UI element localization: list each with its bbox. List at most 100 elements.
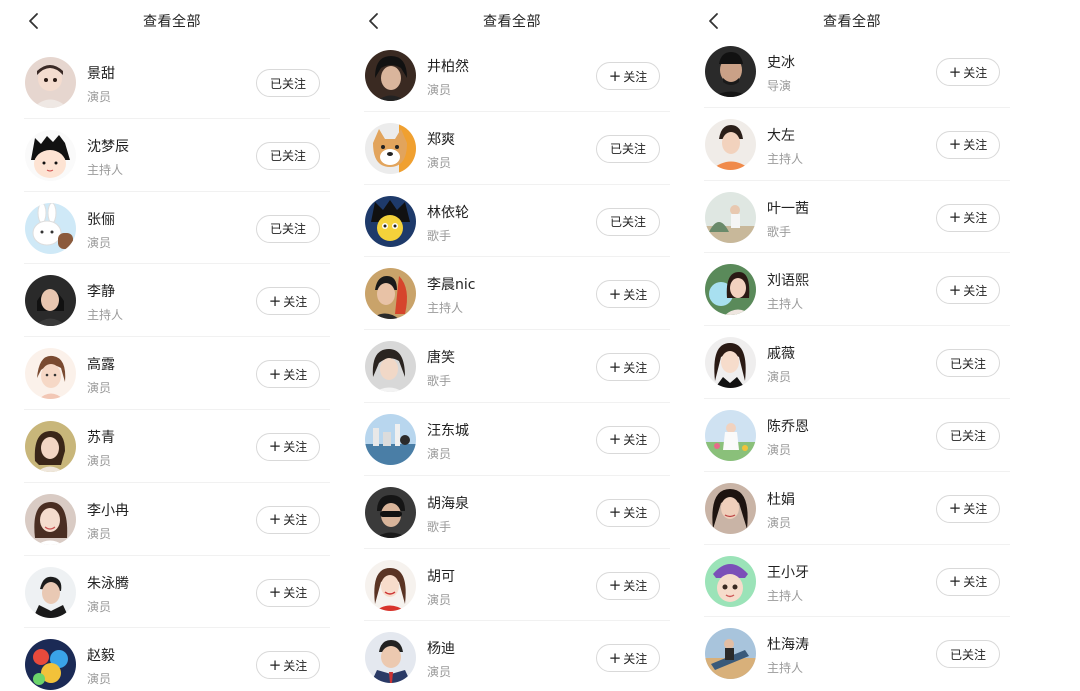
- plus-icon: +: [948, 62, 962, 81]
- avatar[interactable]: [705, 555, 756, 607]
- avatar[interactable]: [25, 420, 76, 472]
- star-role: 主持人: [767, 297, 804, 312]
- list-item: 高露 演员 + 关注: [24, 337, 330, 410]
- avatar[interactable]: [705, 337, 756, 389]
- button-label: 关注: [623, 69, 648, 84]
- avatar[interactable]: [365, 268, 416, 320]
- avatar[interactable]: [705, 628, 756, 680]
- follow-button[interactable]: + 关注: [596, 425, 660, 454]
- star-role: 歌手: [427, 228, 452, 243]
- follow-button[interactable]: + 关注: [936, 494, 1000, 523]
- follow-button[interactable]: + 关注: [596, 280, 660, 309]
- list-item: 杜海涛 主持人 已关注: [704, 617, 1010, 690]
- avatar[interactable]: [25, 57, 76, 108]
- star-name: 杜海涛: [767, 637, 809, 654]
- list-item: 王小牙 主持人 + 关注: [704, 545, 1010, 618]
- follow-button[interactable]: + 关注: [936, 567, 1000, 596]
- follow-button[interactable]: + 关注: [936, 203, 1000, 232]
- plus-icon: +: [608, 648, 622, 667]
- avatar[interactable]: [25, 275, 76, 327]
- panel-1: 查看全部 景甜 演员 已关注 沈梦辰 主持人 已关注 张俪 演员 已关注 李静 …: [2, 0, 342, 691]
- plus-icon: +: [268, 291, 282, 310]
- followed-button[interactable]: 已关注: [596, 134, 660, 163]
- star-name: 大左: [767, 127, 795, 144]
- followed-button[interactable]: 已关注: [256, 69, 320, 97]
- star-name: 胡海泉: [427, 495, 469, 512]
- follow-button[interactable]: + 关注: [256, 578, 320, 607]
- followed-button[interactable]: 已关注: [936, 640, 1000, 669]
- star-role: 演员: [87, 599, 112, 614]
- followed-button[interactable]: 已关注: [256, 141, 320, 170]
- followed-button[interactable]: 已关注: [936, 421, 1000, 450]
- avatar[interactable]: [25, 202, 76, 254]
- top-bar: 查看全部: [2, 0, 342, 44]
- plus-icon: +: [268, 364, 282, 383]
- avatar[interactable]: [365, 413, 416, 465]
- star-role: 演员: [427, 83, 452, 97]
- avatar[interactable]: [365, 122, 416, 174]
- star-name: 杜娟: [767, 491, 795, 508]
- avatar[interactable]: [365, 632, 416, 684]
- follow-button[interactable]: + 关注: [596, 353, 660, 382]
- button-label: 关注: [623, 287, 648, 302]
- list-item: 刘语熙 主持人 + 关注: [704, 253, 1010, 327]
- plus-icon: +: [948, 135, 962, 154]
- follow-button[interactable]: + 关注: [256, 432, 320, 461]
- follow-button[interactable]: + 关注: [256, 651, 320, 680]
- avatar[interactable]: [25, 348, 76, 400]
- button-label: 关注: [963, 138, 988, 153]
- avatar[interactable]: [705, 118, 756, 170]
- follow-button[interactable]: + 关注: [936, 276, 1000, 305]
- list-item: 戚薇 演员 已关注: [704, 326, 1010, 399]
- avatar[interactable]: [25, 639, 76, 691]
- plus-icon: +: [948, 208, 962, 227]
- star-role: 演员: [767, 370, 792, 385]
- follow-button[interactable]: + 关注: [596, 498, 660, 527]
- star-name: 赵毅: [87, 648, 115, 665]
- star-name: 李小冉: [87, 502, 129, 519]
- plus-icon: +: [268, 583, 282, 602]
- list-item: 唐笑 歌手 + 关注: [364, 330, 670, 403]
- button-label: 关注: [963, 211, 988, 226]
- follow-button[interactable]: + 关注: [936, 58, 1000, 86]
- avatar[interactable]: [705, 264, 756, 316]
- follow-button[interactable]: + 关注: [256, 505, 320, 534]
- follow-button[interactable]: + 关注: [596, 644, 660, 673]
- star-name: 汪东城: [427, 422, 469, 439]
- followed-button[interactable]: 已关注: [256, 214, 320, 243]
- followed-button[interactable]: 已关注: [936, 349, 1000, 378]
- list-item: 沈梦辰 主持人 已关注: [24, 119, 330, 192]
- button-label: 已关注: [609, 215, 646, 230]
- star-role: 歌手: [427, 519, 452, 534]
- avatar[interactable]: [365, 341, 416, 393]
- follow-button[interactable]: + 关注: [936, 130, 1000, 159]
- avatar[interactable]: [705, 191, 756, 243]
- avatar[interactable]: [705, 46, 756, 97]
- avatar[interactable]: [365, 195, 416, 247]
- button-label: 关注: [283, 440, 308, 455]
- star-name: 沈梦辰: [87, 138, 129, 155]
- follow-button[interactable]: + 关注: [596, 62, 660, 90]
- plus-icon: +: [948, 572, 962, 591]
- star-name: 史冰: [767, 55, 795, 71]
- star-list: 井柏然 演员 + 关注 郑爽 演员 已关注 林依轮 歌手 已关注 李晨nic 主持…: [342, 39, 682, 691]
- list-item: 李小冉 演员 + 关注: [24, 483, 330, 556]
- list-item: 陈乔恩 演员 已关注: [704, 399, 1010, 472]
- avatar[interactable]: [365, 559, 416, 611]
- follow-button[interactable]: + 关注: [256, 287, 320, 316]
- avatar[interactable]: [25, 129, 76, 181]
- avatar[interactable]: [705, 482, 756, 534]
- plus-icon: +: [268, 510, 282, 529]
- plus-icon: +: [268, 437, 282, 456]
- button-label: 关注: [283, 367, 308, 382]
- avatar[interactable]: [705, 409, 756, 461]
- followed-button[interactable]: 已关注: [596, 207, 660, 236]
- avatar[interactable]: [365, 486, 416, 538]
- avatar[interactable]: [365, 50, 416, 101]
- follow-button[interactable]: + 关注: [596, 571, 660, 600]
- avatar[interactable]: [25, 493, 76, 545]
- follow-button[interactable]: + 关注: [256, 360, 320, 389]
- avatar[interactable]: [25, 566, 76, 618]
- button-label: 已关注: [949, 647, 986, 662]
- star-name: 景甜: [87, 66, 115, 82]
